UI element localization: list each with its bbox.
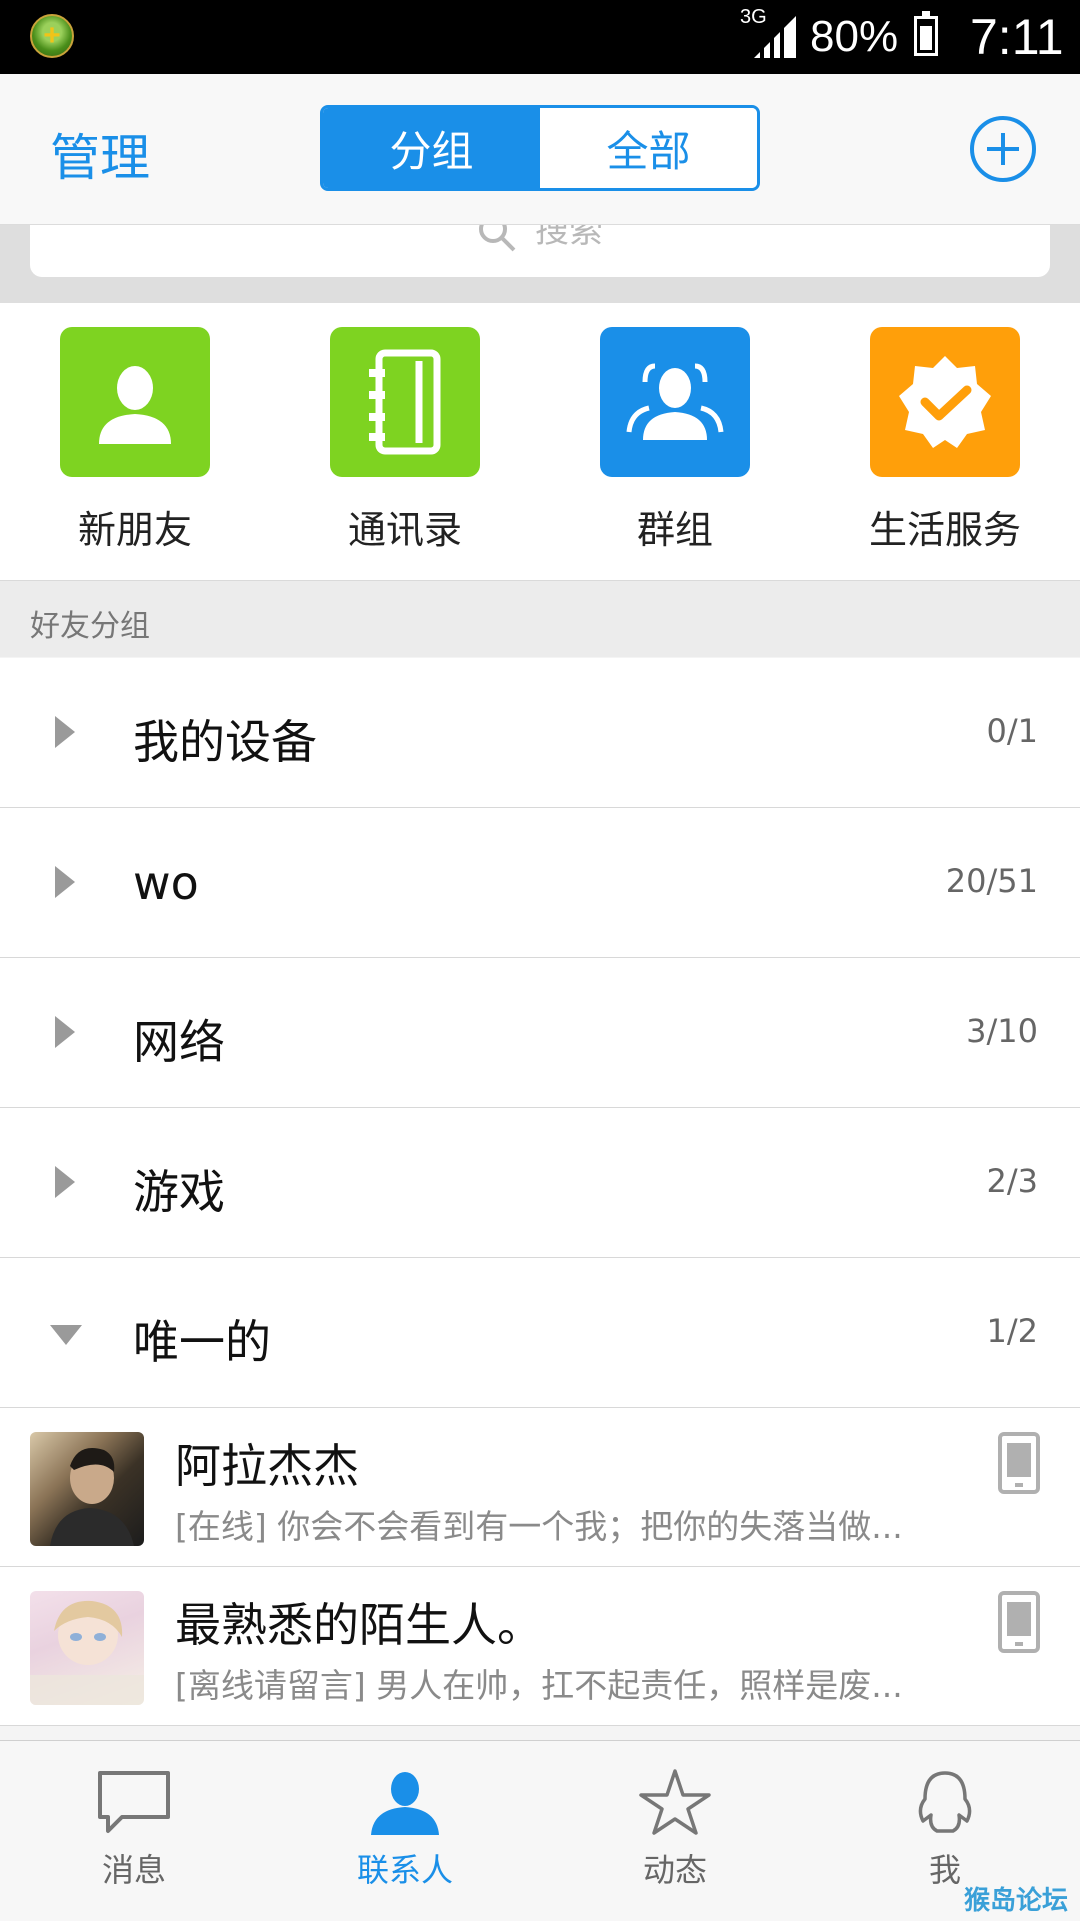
- address-book-icon: [330, 327, 480, 477]
- life-services-item[interactable]: 生活服务: [835, 327, 1055, 554]
- group-name: 游戏: [133, 1165, 225, 1219]
- search-placeholder: 搜索: [535, 225, 603, 251]
- address-book-item[interactable]: 通讯录: [295, 327, 515, 554]
- group-name: 唯一的: [133, 1315, 271, 1369]
- battery-percent: 80%: [810, 12, 899, 61]
- group-count: 0/1: [986, 712, 1039, 750]
- quick-label: 新朋友: [77, 508, 192, 552]
- tab-contacts[interactable]: 联系人: [305, 1769, 505, 1891]
- chevron-right-icon: [55, 1016, 75, 1048]
- avatar[interactable]: [30, 1591, 144, 1705]
- star-icon: [639, 1769, 711, 1835]
- contacts-icon: [371, 1772, 439, 1835]
- tab-label: 消息: [101, 1851, 166, 1889]
- signal-icon: [754, 16, 796, 58]
- group-name: 我的设备: [133, 715, 317, 769]
- tab-all[interactable]: 全部: [540, 108, 757, 188]
- group-icon: [600, 327, 750, 477]
- add-icon[interactable]: [970, 116, 1036, 182]
- friend-name: 阿拉杰杰: [175, 1439, 359, 1493]
- quick-label: 通讯录: [347, 508, 462, 552]
- tab-messages[interactable]: 消息: [34, 1769, 234, 1891]
- group-row[interactable]: 游戏 2/3: [0, 1108, 1080, 1258]
- battery-icon: [914, 11, 938, 56]
- friend-row[interactable]: 最熟悉的陌生人。 [离线请留言] 男人在帅，扛不起责任，照样是废...: [0, 1567, 1080, 1726]
- group-count: 1/2: [986, 1312, 1039, 1350]
- group-count: 2/3: [986, 1162, 1039, 1200]
- group-row[interactable]: 网络 3/10: [0, 958, 1080, 1108]
- segmented-control: 分组 全部: [320, 105, 760, 191]
- person-icon: [60, 327, 210, 477]
- watermark: 猴岛论坛: [963, 1885, 1068, 1915]
- friend-row[interactable]: 阿拉杰杰 [在线] 你会不会看到有一个我；把你的失落当做...: [0, 1408, 1080, 1567]
- new-friends-item[interactable]: 新朋友: [25, 327, 245, 554]
- group-row[interactable]: 唯一的 1/2: [0, 1258, 1080, 1408]
- manage-button[interactable]: 管理: [50, 118, 150, 190]
- clock: 7:11: [970, 9, 1064, 65]
- penguin-icon: [918, 1771, 972, 1833]
- tab-me[interactable]: 我: [845, 1769, 1045, 1891]
- group-count: 3/10: [966, 1012, 1038, 1050]
- section-header: 好友分组: [0, 581, 1080, 657]
- avatar[interactable]: [30, 1432, 144, 1546]
- group-row[interactable]: 我的设备 0/1: [0, 658, 1080, 808]
- quick-actions: 新朋友 通讯录 群组 生活服务: [0, 303, 1080, 581]
- group-row[interactable]: wo 20/51: [0, 808, 1080, 958]
- groups-item[interactable]: 群组: [565, 327, 785, 554]
- chevron-right-icon: [55, 866, 75, 898]
- badge-check-icon: [870, 327, 1020, 477]
- search-input[interactable]: 搜索: [30, 225, 1050, 277]
- search-icon: [479, 225, 516, 251]
- friend-status: [离线请留言] 男人在帅，扛不起责任，照样是废...: [175, 1666, 903, 1705]
- message-icon: [98, 1771, 170, 1833]
- tab-label: 动态: [642, 1851, 707, 1889]
- phone-icon: [998, 1432, 1040, 1494]
- section-title: 好友分组: [30, 609, 150, 644]
- group-name: wo: [133, 856, 199, 910]
- group-name: 网络: [133, 1015, 225, 1069]
- tab-groups[interactable]: 分组: [323, 108, 540, 188]
- quick-label: 生活服务: [868, 508, 1021, 552]
- friend-name: 最熟悉的陌生人。: [175, 1598, 543, 1652]
- chevron-right-icon: [55, 716, 75, 748]
- top-bar: 管理 分组 全部: [0, 74, 1080, 225]
- status-bar: 3G 80% 7:11: [0, 0, 1080, 74]
- chevron-down-icon: [50, 1325, 82, 1345]
- chevron-right-icon: [55, 1166, 75, 1198]
- bottom-tab-bar: 消息 联系人 动态 我 猴岛论坛: [0, 1740, 1080, 1921]
- phone-icon: [998, 1591, 1040, 1653]
- tab-moments[interactable]: 动态: [575, 1769, 775, 1891]
- search-area: 搜索: [0, 225, 1080, 303]
- tab-label: 联系人: [356, 1851, 453, 1889]
- group-count: 20/51: [945, 862, 1038, 900]
- friend-status: [在线] 你会不会看到有一个我；把你的失落当做...: [175, 1507, 903, 1546]
- quick-label: 群组: [636, 508, 713, 552]
- security-app-icon: [30, 14, 74, 58]
